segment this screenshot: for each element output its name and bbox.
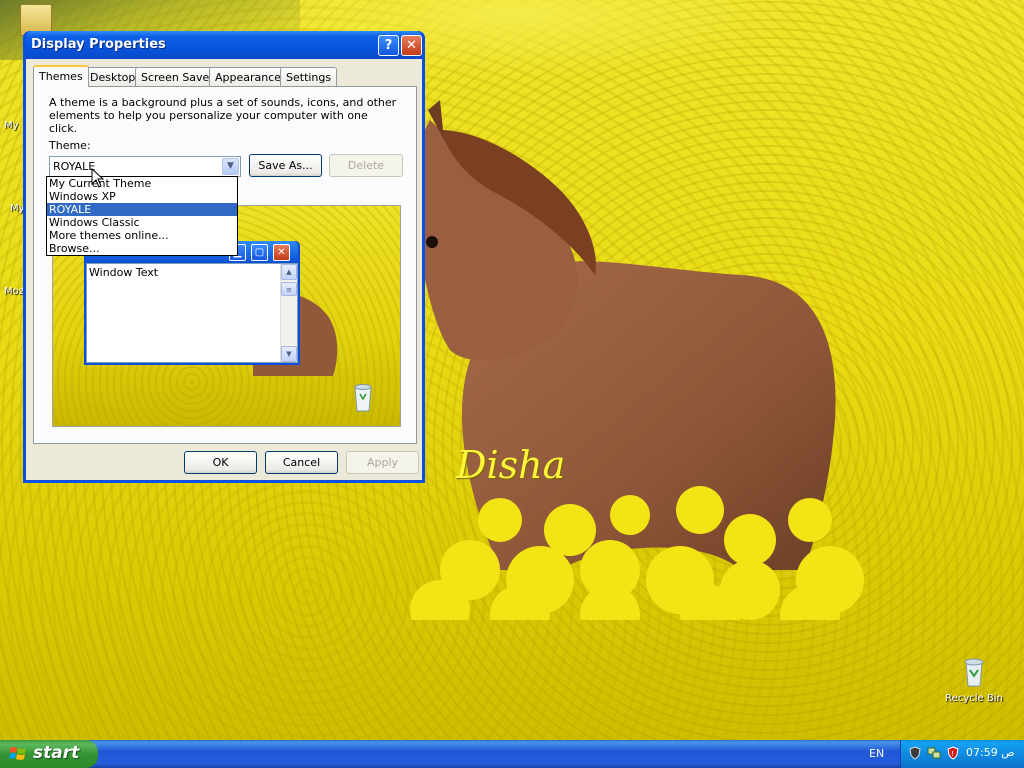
preview-active-window: Active Window ▁ ▢ ✕ Window Text ▲ ≡ ▼ xyxy=(84,241,300,365)
theme-select-value: ROYALE xyxy=(53,160,96,173)
desktop-icon-my-computer[interactable]: My xyxy=(4,120,19,131)
title-bar[interactable]: Display Properties ? ✕ xyxy=(26,31,422,59)
window-title: Display Properties xyxy=(31,37,166,52)
desktop-icon-label: Recycle Bin xyxy=(945,693,1003,704)
scroll-up-icon: ▲ xyxy=(281,264,297,280)
start-label: start xyxy=(33,743,80,763)
security-alert-icon[interactable]: ! xyxy=(946,746,960,760)
dropdown-option-more-themes-online[interactable]: More themes online... xyxy=(47,229,237,242)
language-indicator[interactable]: EN xyxy=(869,747,884,760)
windows-logo-icon xyxy=(9,747,26,760)
wallpaper-watermark: Disha xyxy=(456,443,566,487)
scroll-down-icon: ▼ xyxy=(281,346,297,362)
dropdown-option-browse[interactable]: Browse... xyxy=(47,242,237,255)
dropdown-option-windows-xp[interactable]: Windows XP xyxy=(47,190,237,203)
help-button[interactable]: ? xyxy=(378,35,399,56)
save-as-button[interactable]: Save As... xyxy=(249,154,322,177)
svg-text:!: ! xyxy=(951,750,954,758)
theme-label: Theme: xyxy=(49,139,91,152)
ok-button[interactable]: OK xyxy=(184,451,257,474)
horse-image xyxy=(410,100,864,620)
start-button[interactable]: start xyxy=(0,740,98,768)
preview-scrollbar: ▲ ≡ ▼ xyxy=(280,264,297,362)
clock: 07:59 ص xyxy=(966,746,1015,759)
dialog-client-area: Themes Desktop Screen Saver Appearance S… xyxy=(26,59,422,480)
security-shield-icon[interactable] xyxy=(908,746,922,760)
apply-button[interactable]: Apply xyxy=(346,451,419,474)
taskbar: start EN ! 07:59 ص xyxy=(0,740,1024,768)
delete-button[interactable]: Delete xyxy=(329,154,403,177)
theme-dropdown-list[interactable]: My Current Theme Windows XP ROYALE Windo… xyxy=(46,176,238,256)
cancel-button[interactable]: Cancel xyxy=(265,451,338,474)
tab-desktop[interactable]: Desktop xyxy=(84,67,142,86)
themes-tab-panel: A theme is a background plus a set of so… xyxy=(33,86,417,444)
maximize-icon: ▢ xyxy=(251,244,268,261)
dropdown-option-windows-classic[interactable]: Windows Classic xyxy=(47,216,237,229)
intro-text: A theme is a background plus a set of so… xyxy=(49,96,397,135)
scroll-thumb: ≡ xyxy=(281,282,297,296)
dropdown-option-my-current-theme[interactable]: My Current Theme xyxy=(47,177,237,190)
tab-settings[interactable]: Settings xyxy=(280,67,338,86)
desktop-icon-recycle-bin[interactable]: Recycle Bin xyxy=(936,656,1012,704)
chevron-down-icon[interactable]: ▼ xyxy=(222,158,239,175)
close-icon: ✕ xyxy=(273,244,290,261)
tab-screen-saver[interactable]: Screen Saver xyxy=(135,67,220,86)
preview-window-body: Window Text ▲ ≡ ▼ xyxy=(86,263,298,363)
tab-appearance[interactable]: Appearance xyxy=(209,67,288,86)
preview-window-text: Window Text xyxy=(89,266,159,279)
tab-themes[interactable]: Themes xyxy=(33,65,89,87)
display-properties-window: Display Properties ? ✕ Themes Desktop Sc… xyxy=(23,31,425,483)
recycle-bin-icon xyxy=(964,658,984,687)
theme-select[interactable]: ROYALE ▼ xyxy=(49,156,241,177)
mouse-cursor-icon xyxy=(91,168,105,188)
network-icon[interactable] xyxy=(927,746,941,760)
preview-recycle-bin-icon xyxy=(354,384,372,412)
close-button[interactable]: ✕ xyxy=(401,35,422,56)
dropdown-option-royale[interactable]: ROYALE xyxy=(47,203,237,216)
desktop-icon-mozilla[interactable]: Moz xyxy=(4,286,24,297)
